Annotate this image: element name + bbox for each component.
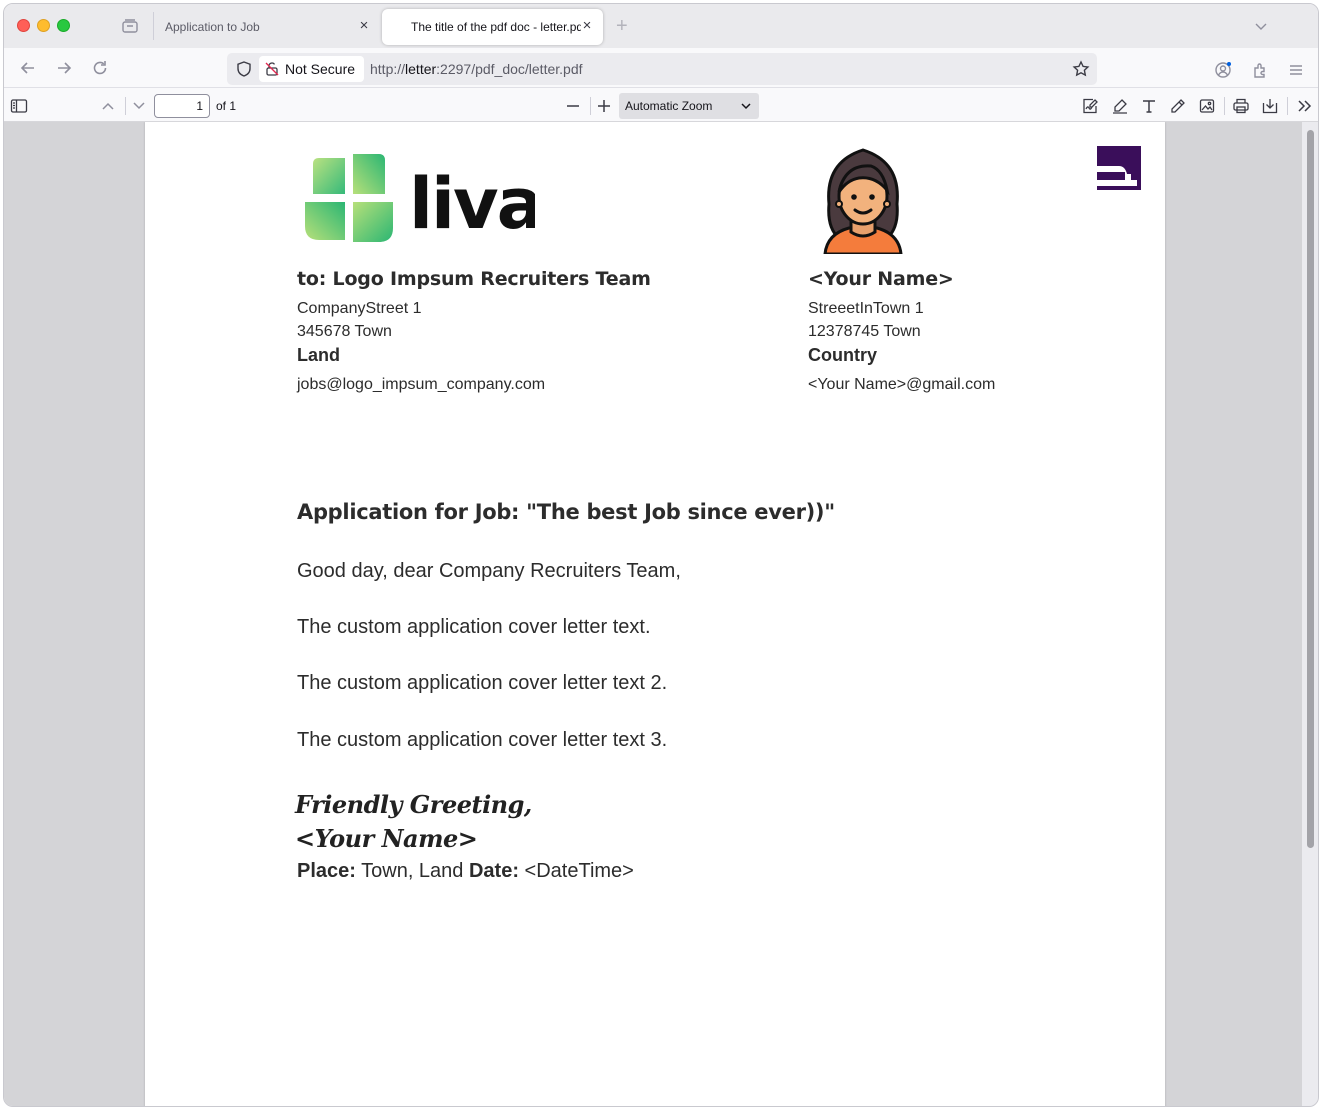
recipient-country: Land: [297, 345, 340, 365]
extensions-icon[interactable]: [1251, 61, 1269, 79]
recipient-heading: to: Logo Impsum Recruiters Team: [297, 268, 651, 290]
scrollbar-thumb[interactable]: [1307, 130, 1314, 848]
date-value: <DateTime>: [519, 860, 634, 882]
pdf-toolbar: 1 of 1 Automatic Zoom: [4, 89, 1318, 122]
new-tab-button[interactable]: +: [616, 16, 628, 36]
navigation-bar: Not Secure http://letter:2297/pdf_doc/le…: [4, 48, 1318, 88]
toolbar-separator: [1287, 97, 1288, 115]
not-secure-badge[interactable]: Not Secure: [259, 56, 365, 82]
print-icon[interactable]: [1232, 97, 1250, 115]
sender-city: 12378745 Town: [808, 323, 921, 340]
toolbar-separator: [125, 97, 126, 115]
zoom-in-icon[interactable]: [595, 97, 613, 115]
back-arrow-icon[interactable]: [18, 58, 38, 78]
chevron-down-icon: [741, 103, 751, 110]
insecure-lock-icon: [265, 62, 279, 76]
tab-application-to-job[interactable]: Application to Job ×: [154, 9, 380, 45]
toolbar-separator: [590, 97, 591, 115]
minimize-window-button[interactable]: [37, 19, 50, 32]
date-label: Date:: [468, 860, 519, 882]
letter-paragraph: The custom application cover letter text…: [297, 729, 668, 751]
url-bar[interactable]: Not Secure http://letter:2297/pdf_doc/le…: [227, 53, 1097, 85]
tab-overview-icon[interactable]: [121, 17, 139, 35]
sender-country: Country: [808, 345, 877, 365]
zoom-select[interactable]: Automatic Zoom: [619, 93, 759, 119]
tab-close-icon[interactable]: ×: [580, 18, 594, 33]
letter-greeting: Good day, dear Company Recruiters Team,: [297, 560, 681, 582]
recipient-street: CompanyStreet 1: [297, 300, 422, 317]
image-tool-icon[interactable]: [1198, 97, 1216, 115]
next-page-icon[interactable]: [130, 97, 148, 115]
logo-wordmark: liva: [409, 163, 535, 245]
url-prefix: http://: [370, 61, 406, 77]
recipient-email: jobs@logo_impsum_company.com: [297, 376, 546, 393]
toolbar-separator: [1224, 97, 1225, 115]
letter-paragraph: The custom application cover letter text…: [297, 672, 668, 694]
not-secure-label: Not Secure: [285, 61, 356, 77]
maximize-window-button[interactable]: [57, 19, 70, 32]
place-value: Town, Land: [355, 860, 469, 882]
page-number-input[interactable]: 1: [154, 94, 210, 118]
text-tool-icon[interactable]: [1140, 97, 1158, 115]
letter-subject: Application for Job: "The best Job since…: [297, 500, 835, 524]
chevron-down-icon[interactable]: [1254, 19, 1268, 33]
previous-page-icon[interactable]: [99, 97, 117, 115]
sender-email: <Your Name>@gmail.com: [808, 376, 996, 393]
zoom-select-value: Automatic Zoom: [625, 99, 713, 113]
place-date-line: Place: Town, Land Date: <DateTime>: [297, 860, 634, 883]
tab-letter-pdf[interactable]: The title of the pdf doc - letter.pdf ×: [382, 9, 603, 45]
tab-title: The title of the pdf doc - letter.pdf: [411, 20, 581, 34]
forward-arrow-icon[interactable]: [54, 58, 74, 78]
save-download-icon[interactable]: [1261, 97, 1279, 115]
letter-paragraph: The custom application cover letter text…: [297, 616, 651, 638]
account-icon[interactable]: [1214, 61, 1232, 79]
pdf-page: liva to: Logo Impsum Recruiters Team Com…: [145, 122, 1165, 1106]
corner-brand-mark: [1097, 146, 1141, 190]
tab-close-icon[interactable]: ×: [357, 18, 371, 33]
sender-heading: <Your Name>: [808, 268, 954, 290]
menu-icon[interactable]: [1287, 61, 1305, 79]
closing-greeting: Friendly Greeting,: [295, 790, 532, 819]
vertical-scrollbar[interactable]: [1302, 122, 1318, 1106]
url-path: :2297/pdf_doc/letter.pdf: [436, 61, 583, 77]
page-count-label: of 1: [216, 99, 237, 113]
url-text[interactable]: http://letter:2297/pdf_doc/letter.pdf: [370, 61, 583, 77]
shield-icon[interactable]: [235, 60, 253, 78]
pdf-viewer[interactable]: liva to: Logo Impsum Recruiters Team Com…: [4, 122, 1318, 1106]
tab-title: Application to Job: [165, 20, 260, 34]
highlight-icon[interactable]: [1111, 97, 1129, 115]
profile-avatar: [823, 148, 903, 254]
signature-name: <Your Name>: [295, 824, 478, 853]
signature-icon[interactable]: [1081, 97, 1099, 115]
draw-tool-icon[interactable]: [1169, 97, 1187, 115]
bookmark-star-icon[interactable]: [1072, 60, 1090, 78]
place-label: Place:: [297, 860, 356, 882]
zoom-out-icon[interactable]: [564, 97, 582, 115]
url-host: letter: [405, 61, 437, 77]
tab-strip: Application to Job × The title of the pd…: [4, 4, 1318, 48]
sidebar-toggle-icon[interactable]: [10, 97, 28, 115]
browser-window: Application to Job × The title of the pd…: [3, 3, 1319, 1107]
company-logo: liva: [305, 154, 535, 245]
sender-street: StreeetInTown 1: [808, 300, 924, 317]
recipient-city: 345678 Town: [297, 323, 392, 340]
reload-icon[interactable]: [90, 58, 110, 78]
more-tools-icon[interactable]: [1295, 97, 1313, 115]
close-window-button[interactable]: [17, 19, 30, 32]
